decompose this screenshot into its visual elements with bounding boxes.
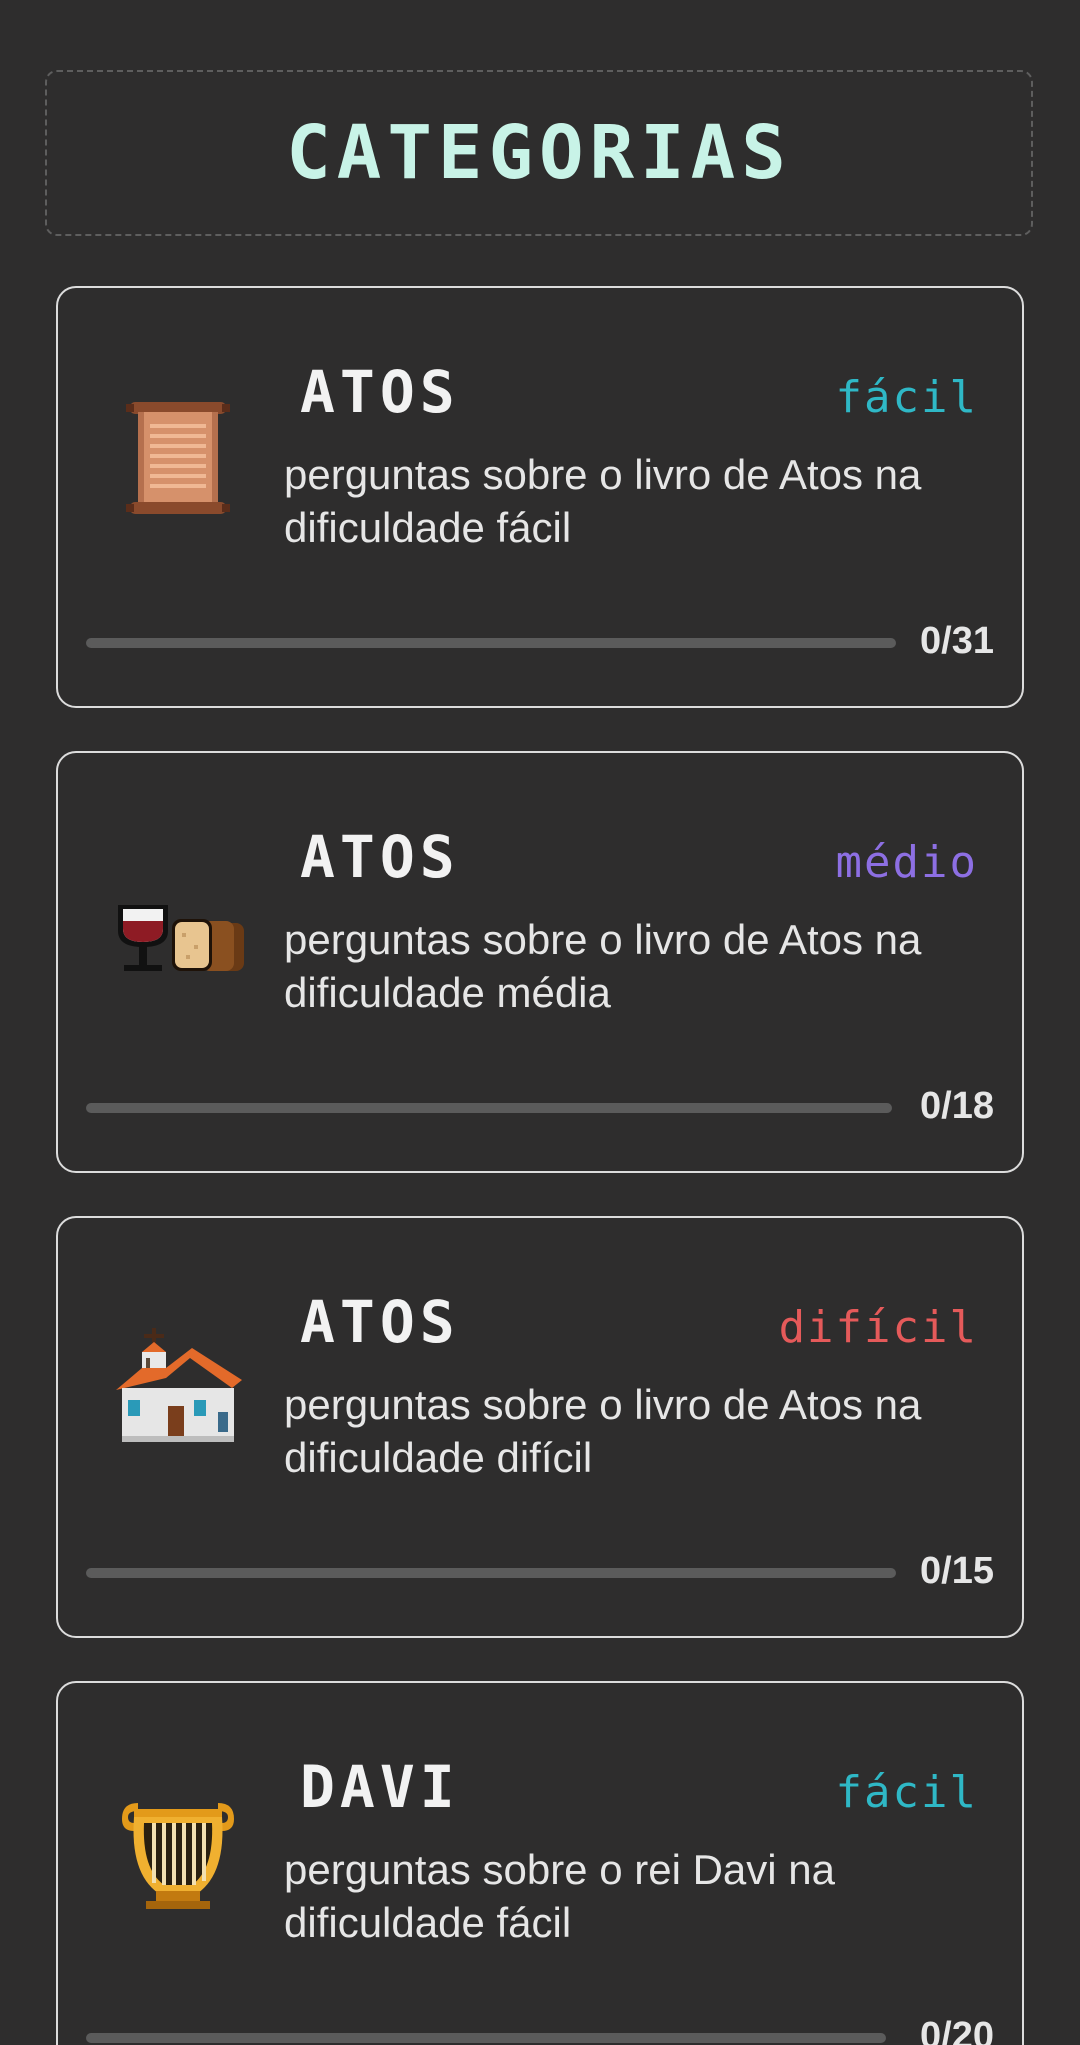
category-card-atos-facil[interactable]: ATOS fácil perguntas sobre o livro de At… bbox=[56, 286, 1024, 708]
progress-bar bbox=[86, 2033, 886, 2043]
category-title: ATOS bbox=[300, 823, 460, 891]
difficulty-label: médio bbox=[835, 837, 978, 888]
categories-header: CATEGORIAS bbox=[45, 70, 1033, 236]
difficulty-label: fácil bbox=[835, 372, 978, 423]
difficulty-label: difícil bbox=[778, 1302, 978, 1353]
category-description: perguntas sobre o rei Davi na dificuldad… bbox=[284, 1846, 835, 1946]
category-card-davi-facil[interactable]: DAVI fácil perguntas sobre o rei Davi na… bbox=[56, 1681, 1024, 2045]
category-title: ATOS bbox=[300, 358, 460, 426]
category-title: ATOS bbox=[300, 1288, 460, 1356]
harp-icon bbox=[108, 1783, 248, 1923]
category-description: perguntas sobre o livro de Atos na dific… bbox=[284, 451, 922, 551]
wine-bread-icon bbox=[108, 853, 248, 993]
category-card-atos-dificil[interactable]: ATOS difícil perguntas sobre o livro de … bbox=[56, 1216, 1024, 1638]
progress-count: 0/20 bbox=[920, 2015, 994, 2045]
progress-count: 0/15 bbox=[920, 1550, 994, 1592]
church-icon bbox=[108, 1318, 248, 1458]
progress-bar bbox=[86, 1103, 892, 1113]
difficulty-label: fácil bbox=[835, 1767, 978, 1818]
category-card-atos-medio[interactable]: ATOS médio perguntas sobre o livro de At… bbox=[56, 751, 1024, 1173]
progress-bar bbox=[86, 1568, 896, 1578]
scroll-icon bbox=[108, 388, 248, 528]
category-description: perguntas sobre o livro de Atos na dific… bbox=[284, 1381, 922, 1481]
progress-bar bbox=[86, 638, 896, 648]
progress-count: 0/18 bbox=[920, 1085, 994, 1127]
category-description: perguntas sobre o livro de Atos na dific… bbox=[284, 916, 922, 1016]
category-title: DAVI bbox=[300, 1753, 460, 1821]
progress-count: 0/31 bbox=[920, 620, 994, 662]
page-title: CATEGORIAS bbox=[286, 110, 792, 196]
